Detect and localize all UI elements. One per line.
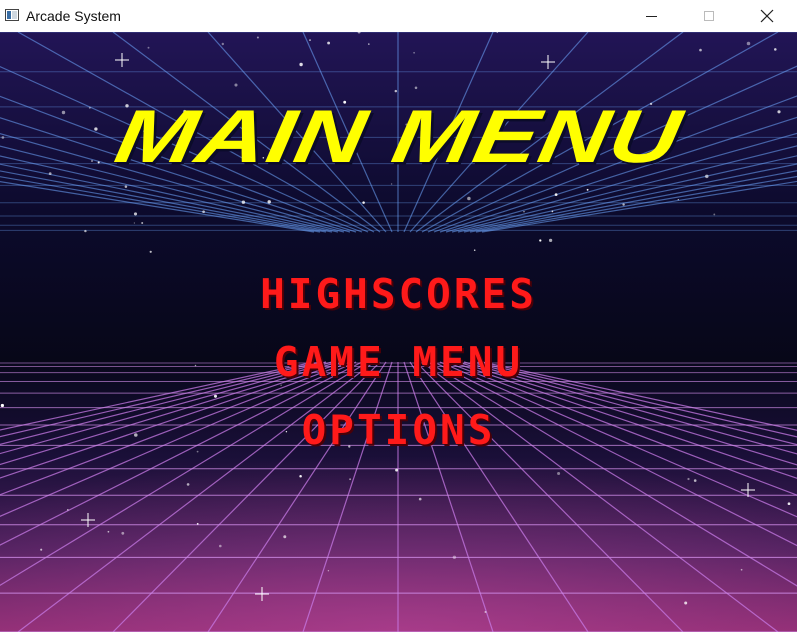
minimize-button[interactable] (628, 0, 674, 32)
star (548, 238, 553, 243)
star (84, 229, 87, 233)
star (221, 42, 224, 46)
app-icon-left-pane (7, 11, 11, 19)
star (186, 483, 190, 486)
star (452, 555, 457, 559)
star (413, 51, 415, 54)
star (133, 212, 138, 216)
star (202, 210, 205, 214)
star (473, 249, 476, 251)
star (699, 48, 702, 52)
star (554, 193, 558, 196)
title-bar[interactable]: Arcade System (0, 0, 797, 32)
close-button[interactable] (744, 0, 790, 32)
app-icon (5, 9, 19, 21)
star (693, 479, 697, 482)
star (787, 502, 791, 506)
star (467, 196, 471, 201)
star (149, 250, 152, 253)
maximize-button[interactable] (686, 0, 732, 32)
star (219, 544, 222, 548)
star (327, 570, 330, 572)
main-menu-title: MAIN MENU (109, 94, 688, 179)
star (299, 62, 303, 67)
star (327, 41, 331, 45)
star (395, 468, 399, 472)
star (523, 211, 525, 213)
star (368, 43, 370, 45)
star (677, 198, 679, 201)
menu-item-game-menu[interactable]: GAME MENU (0, 328, 797, 396)
star (256, 36, 259, 39)
main-menu-list: HIGHSCORES GAME MENU OPTIONS (0, 260, 797, 464)
star (684, 601, 688, 605)
app-icon-right-pane (12, 11, 17, 19)
star (299, 475, 302, 478)
star (147, 46, 150, 49)
star (557, 471, 561, 476)
star (196, 523, 199, 525)
star (241, 200, 246, 204)
star (349, 478, 352, 481)
menu-item-options[interactable]: OPTIONS (0, 396, 797, 464)
star (740, 568, 743, 571)
star (586, 188, 589, 191)
star (234, 83, 238, 87)
star (309, 39, 311, 41)
star (283, 535, 287, 539)
star (133, 222, 136, 224)
star (390, 183, 393, 185)
star (67, 509, 69, 511)
star (141, 221, 144, 225)
menu-item-highscores[interactable]: HIGHSCORES (0, 260, 797, 328)
star (774, 48, 777, 51)
star (746, 41, 751, 46)
star (40, 548, 43, 551)
star (418, 497, 422, 501)
star (107, 530, 110, 533)
star (394, 89, 398, 93)
star (539, 239, 542, 242)
arcade-window: Arcade System MAIN MENU HIGHSCORES GAME … (0, 0, 797, 632)
maximize-icon (704, 11, 714, 21)
game-canvas: MAIN MENU HIGHSCORES GAME MENU OPTIONS (0, 32, 797, 632)
window-title: Arcade System (26, 8, 121, 24)
star (622, 203, 625, 206)
star (713, 213, 716, 216)
star (121, 531, 125, 535)
star (414, 86, 418, 90)
star (484, 611, 487, 613)
star (687, 477, 690, 481)
star (124, 185, 128, 188)
star (551, 210, 554, 213)
close-icon (760, 9, 774, 23)
star (362, 201, 365, 204)
minimize-icon (645, 15, 657, 17)
star (267, 200, 271, 204)
